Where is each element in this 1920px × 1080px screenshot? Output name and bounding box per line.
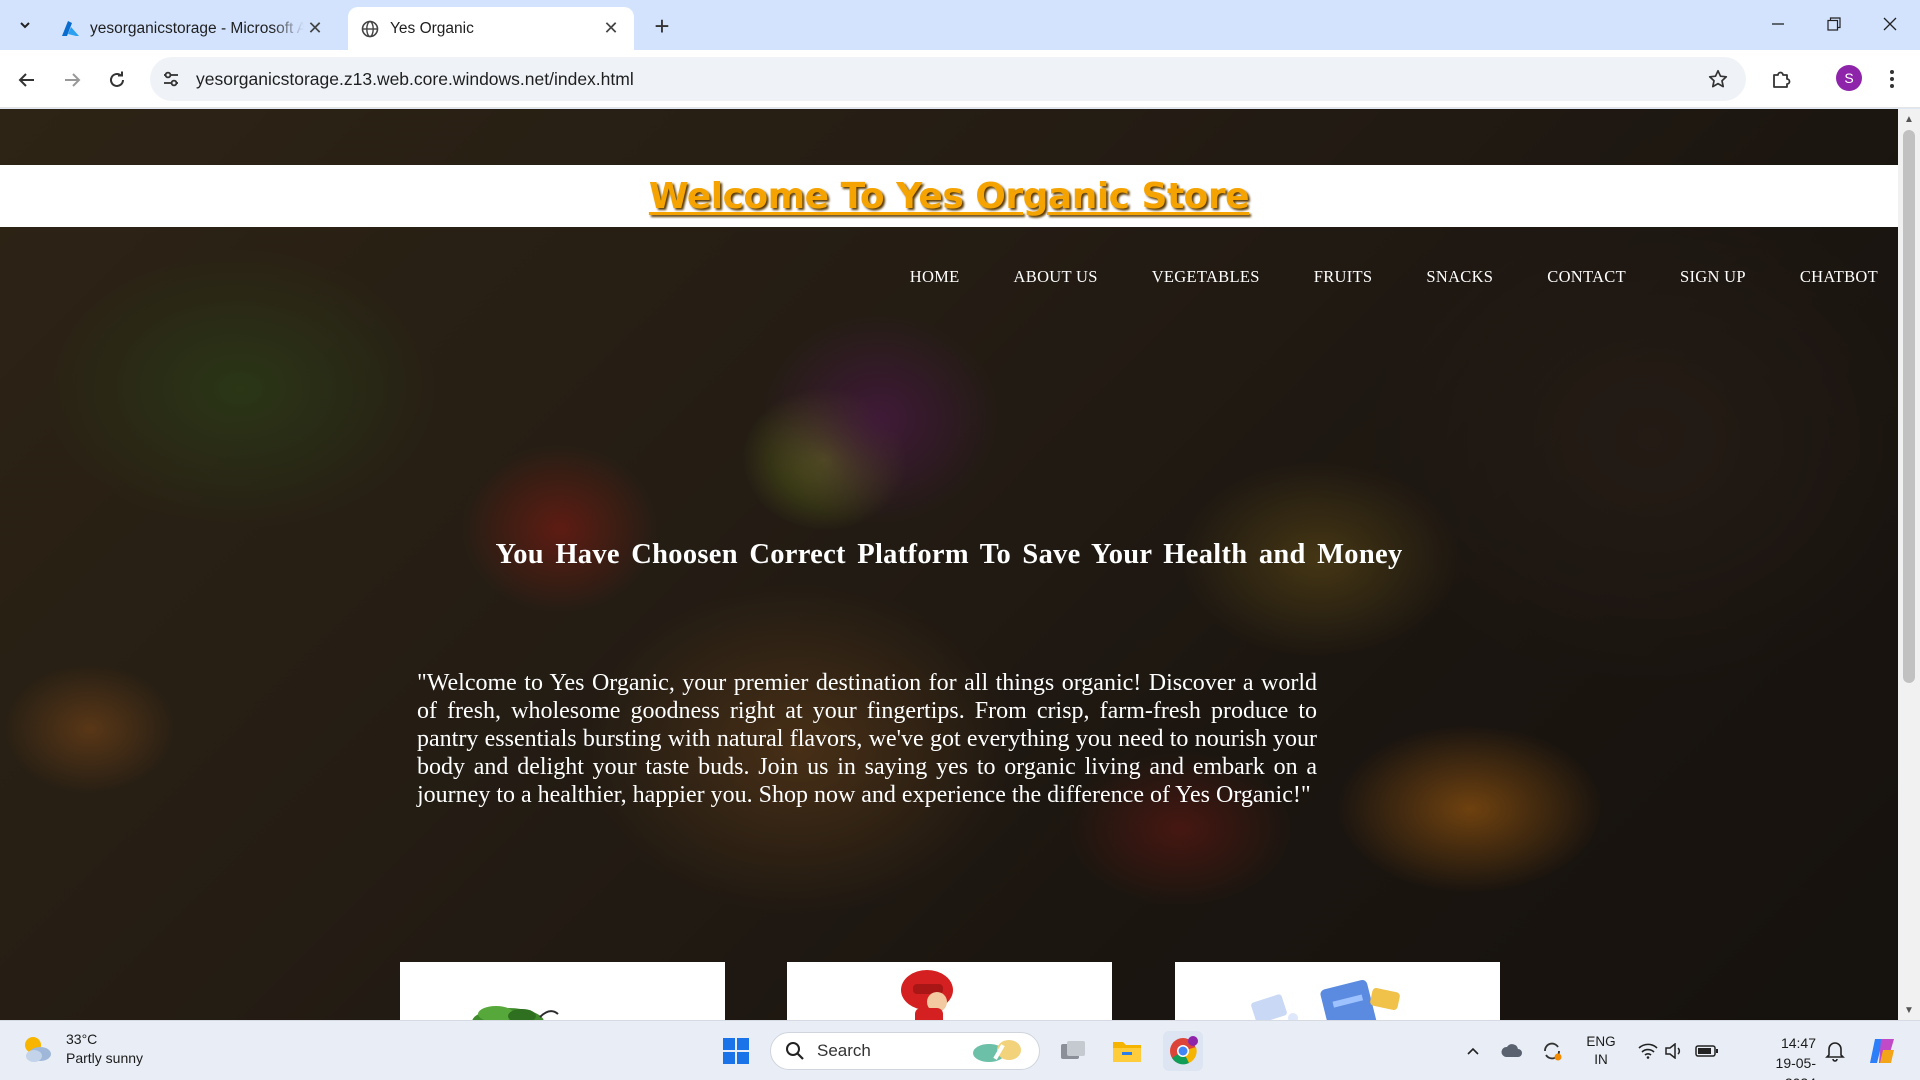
tab-title: Yes Organic <box>390 19 474 37</box>
volume-status[interactable] <box>1662 1021 1686 1080</box>
search-placeholder: Search <box>817 1041 871 1060</box>
input-language[interactable]: ENG IN <box>1574 1021 1628 1080</box>
close-tab-icon[interactable]: ✕ <box>304 18 326 40</box>
page-viewport: Welcome To Yes Organic Store HOME ABOUT … <box>0 109 1898 1020</box>
nav-contact[interactable]: CONTACT <box>1547 267 1626 287</box>
weather-widget[interactable]: 33°C Partly sunny <box>20 1030 143 1068</box>
chrome-icon <box>1170 1036 1198 1065</box>
arrow-right-icon <box>65 73 81 87</box>
copilot-icon <box>1870 1039 1894 1063</box>
azure-icon <box>60 19 80 39</box>
close-tab-icon[interactable]: ✕ <box>600 18 622 40</box>
sync-icon <box>1544 1042 1562 1061</box>
restore-button[interactable] <box>1808 6 1860 42</box>
nav-vegetables[interactable]: VEGETABLES <box>1152 267 1260 287</box>
region-code: IN <box>1594 1052 1608 1067</box>
search-icon <box>786 1042 804 1060</box>
puzzle-icon <box>1773 71 1791 88</box>
feature-card-payment[interactable] <box>1175 962 1500 1020</box>
page-scrollbar[interactable]: ▲ ▼ <box>1898 109 1920 1020</box>
cloud-icon <box>1501 1044 1522 1057</box>
nav-home[interactable]: HOME <box>910 267 960 287</box>
notifications-button[interactable] <box>1822 1021 1848 1080</box>
tab-title: yesorganicstorage - Microsoft Azure <box>90 19 304 37</box>
taskbar-search[interactable]: Search <box>770 1032 1040 1070</box>
profile-avatar[interactable]: S <box>1836 65 1862 91</box>
page-title[interactable]: Welcome To Yes Organic Store <box>649 176 1250 217</box>
task-view-icon <box>1061 1041 1085 1059</box>
nav-sign-up[interactable]: SIGN UP <box>1680 267 1746 287</box>
bookmark-star-icon[interactable] <box>1706 67 1730 91</box>
nav-fruits[interactable]: FRUITS <box>1314 267 1373 287</box>
scroll-up-icon[interactable]: ▲ <box>1902 112 1916 126</box>
battery-icon <box>1695 1045 1718 1057</box>
close-window-button[interactable] <box>1864 6 1916 42</box>
browser-toolbar: yesorganicstorage.z13.web.core.windows.n… <box>0 50 1920 108</box>
delivery-person-illustration <box>901 970 953 1020</box>
wifi-icon <box>1638 1043 1658 1059</box>
windows-taskbar: 33°C Partly sunny Search ENG IN 14:47 19… <box>0 1020 1920 1080</box>
copilot-button[interactable] <box>1864 1021 1900 1080</box>
show-hidden-icons[interactable] <box>1460 1021 1486 1080</box>
intro-paragraph: "Welcome to Yes Organic, your premier de… <box>417 670 1317 808</box>
chevron-down-icon <box>20 22 30 29</box>
feature-card-delivery[interactable] <box>787 962 1112 1020</box>
reload-icon <box>110 71 124 87</box>
clock-date: 19-05-2024 <box>1775 1055 1816 1080</box>
minimize-button[interactable] <box>1752 6 1804 42</box>
folder-icon <box>1113 1042 1141 1062</box>
task-view-button[interactable] <box>1053 1031 1093 1071</box>
system-clock[interactable]: 14:47 19-05-2024 <box>1756 1033 1816 1080</box>
nav-about-us[interactable]: ABOUT US <box>1014 267 1098 287</box>
new-tab-button[interactable]: + <box>648 11 676 41</box>
arrow-left-icon <box>18 73 34 87</box>
address-bar[interactable]: yesorganicstorage.z13.web.core.windows.n… <box>150 57 1746 101</box>
onedrive-status[interactable] <box>1498 1021 1526 1080</box>
globe-icon <box>360 19 380 39</box>
wifi-status[interactable] <box>1636 1021 1660 1080</box>
language-code: ENG <box>1586 1034 1616 1049</box>
feature-card-vegetables[interactable] <box>400 962 725 1020</box>
tab-search-button[interactable] <box>10 11 40 39</box>
restore-icon <box>1827 17 1841 31</box>
weather-description: Partly sunny <box>66 1050 144 1066</box>
welcome-banner: Welcome To Yes Organic Store <box>0 165 1898 227</box>
partly-sunny-icon <box>25 1037 51 1062</box>
chevron-up-icon <box>1467 1047 1479 1055</box>
browser-menu-button[interactable] <box>1880 64 1904 94</box>
more-vertical-icon <box>1890 70 1894 88</box>
site-info-icon[interactable] <box>160 68 182 90</box>
battery-status[interactable] <box>1694 1021 1720 1080</box>
nav-chatbot[interactable]: CHATBOT <box>1800 267 1878 287</box>
tab-yes-organic[interactable]: Yes Organic ✕ <box>348 7 634 50</box>
file-explorer-button[interactable] <box>1107 1031 1147 1071</box>
search-highlight-icon <box>973 1040 1021 1062</box>
tab-strip: yesorganicstorage - Microsoft Azure ✕ Ye… <box>0 0 1920 50</box>
minimize-icon <box>1772 23 1784 25</box>
scroll-down-icon[interactable]: ▼ <box>1902 1003 1916 1017</box>
hero-tagline: You Have Choosen Correct Platform To Sav… <box>495 539 1403 570</box>
vegetable-illustration <box>472 1006 559 1020</box>
url-text: yesorganicstorage.z13.web.core.windows.n… <box>196 69 634 89</box>
scrollbar-thumb[interactable] <box>1903 130 1915 683</box>
sync-status[interactable] <box>1538 1021 1566 1080</box>
tab-azure[interactable]: yesorganicstorage - Microsoft Azure ✕ <box>48 7 338 50</box>
extensions-button[interactable] <box>1766 64 1796 94</box>
back-button[interactable] <box>10 63 44 97</box>
forward-button[interactable] <box>55 63 89 97</box>
site-navigation: HOME ABOUT US VEGETABLES FRUITS SNACKS C… <box>910 267 1878 287</box>
nav-snacks[interactable]: SNACKS <box>1426 267 1493 287</box>
weather-temperature: 33°C <box>66 1031 98 1047</box>
bell-icon <box>1825 1042 1845 1062</box>
windows-logo-icon <box>723 1038 749 1064</box>
reload-button[interactable] <box>100 63 134 97</box>
close-icon <box>1883 17 1897 31</box>
clock-time: 14:47 <box>1780 1035 1816 1051</box>
speaker-icon <box>1665 1043 1681 1059</box>
start-button[interactable] <box>716 1031 756 1071</box>
credit-card-illustration <box>1251 980 1400 1020</box>
chrome-taskbar-button[interactable] <box>1163 1031 1203 1071</box>
